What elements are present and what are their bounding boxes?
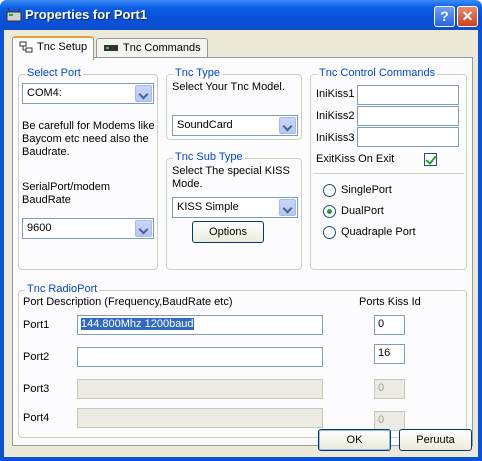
tab-label: Tnc Commands [123,42,201,54]
port-description-header: Port Description (Frequency,BaudRate etc… [23,296,233,308]
port4-description-input[interactable] [77,408,323,428]
control-commands-group: Tnc Control Commands IniKiss1 IniKiss2 I… [310,67,467,270]
sub-type-select[interactable]: KISS Simple [172,197,298,218]
group-title: Select Port [25,67,83,79]
properties-window: Properties for Port1 ? ✕ Tnc Setup Tnc C… [0,0,482,461]
tnc-type-description: Select Your Tnc Model. [172,81,285,93]
port2-description-input[interactable] [77,347,323,367]
inikiss1-label: IniKiss1 [316,88,355,100]
close-button[interactable]: ✕ [457,6,478,27]
inikiss2-input[interactable] [357,106,459,126]
divider [314,173,464,174]
inikiss1-input[interactable] [357,85,459,105]
port1-kiss-id-input[interactable]: 0 [374,315,405,335]
group-title: Tnc Control Commands [317,67,438,79]
tab-tnc-setup[interactable]: Tnc Setup [12,36,95,60]
modem-icon [104,45,118,52]
baudrate-select[interactable]: 9600 [22,218,154,239]
exitkiss-label: ExitKiss On Exit [316,153,395,165]
modem-note-line: Be carefull for Modems like [22,120,155,132]
port1-description-input[interactable]: 144.800Mhz 1200baud [77,315,323,335]
port3-kiss-id-input[interactable]: 0 [374,379,405,399]
cancel-button[interactable]: Peruuta [399,429,472,451]
tnc-sub-type-group: Tnc Sub Type Select The special KISS Mod… [166,151,302,270]
tnc-type-group: Tnc Type Select Your Tnc Model. SoundCar… [166,67,302,140]
port1-label: Port1 [23,319,50,331]
group-title: Tnc RadioPort [25,283,100,295]
sub-type-description: Select The special KISS [172,165,290,177]
port-value: COM4: [27,87,62,99]
port4-label: Port4 [23,412,50,424]
port3-description-input[interactable] [77,379,323,399]
tnc-type-select[interactable]: SoundCard [172,115,298,136]
inikiss3-input[interactable] [357,127,459,147]
ok-button[interactable]: OK [318,429,391,451]
quadraple-port-label: Quadraple Port [341,226,416,238]
group-title: Tnc Type [173,67,223,79]
help-button[interactable]: ? [434,6,455,27]
port-select[interactable]: COM4: [22,83,154,104]
dualport-label: DualPort [341,205,384,217]
baudrate-label: BaudRate [22,194,71,206]
baudrate-value: 9600 [27,222,52,234]
chevron-down-icon[interactable] [279,199,296,216]
modem-note-line: Baudrate. [22,146,70,158]
modem-note-line: Baycom etc need also the [22,133,149,145]
group-title: Tnc Sub Type [173,151,245,163]
port4-kiss-id-input[interactable]: 0 [374,411,405,431]
chevron-down-icon[interactable] [135,85,152,102]
inikiss2-label: IniKiss2 [316,110,355,122]
port3-label: Port3 [23,383,50,395]
title-bar[interactable]: Properties for Port1 ? ✕ [0,0,482,30]
port1-description-value: 144.800Mhz 1200baud [81,318,194,330]
baudrate-label: SerialPort/modem [22,181,111,193]
sub-type-value: KISS Simple [177,201,239,213]
sub-type-description: Mode. [172,178,203,190]
select-port-group: Select Port COM4: Be carefull for Modems… [18,67,158,270]
tnc-type-value: SoundCard [177,119,233,131]
singleport-radio[interactable] [323,184,336,197]
chevron-down-icon[interactable] [279,117,296,134]
tab-tnc-commands[interactable]: Tnc Commands [96,38,208,59]
dualport-radio[interactable] [323,205,336,218]
port2-kiss-id-input[interactable]: 16 [374,344,405,364]
inikiss3-label: IniKiss3 [316,132,355,144]
exitkiss-checkbox[interactable] [424,153,437,166]
options-button[interactable]: Options [192,221,264,243]
singleport-label: SinglePort [341,184,392,196]
radio-port-group: Tnc RadioPort Port Description (Frequenc… [18,283,467,438]
network-icon [19,41,33,53]
tnc-setup-panel: Select Port COM4: Be carefull for Modems… [12,57,473,446]
quadraple-port-radio[interactable] [323,226,336,239]
tab-label: Tnc Setup [37,41,88,53]
chevron-down-icon[interactable] [135,220,152,237]
window-title: Properties for Port1 [25,7,148,22]
app-icon [6,7,22,22]
port2-label: Port2 [23,351,50,363]
kiss-id-header: Ports Kiss Id [359,296,421,308]
dialog-client-area: Tnc Setup Tnc Commands Select Port COM4:… [4,30,478,457]
